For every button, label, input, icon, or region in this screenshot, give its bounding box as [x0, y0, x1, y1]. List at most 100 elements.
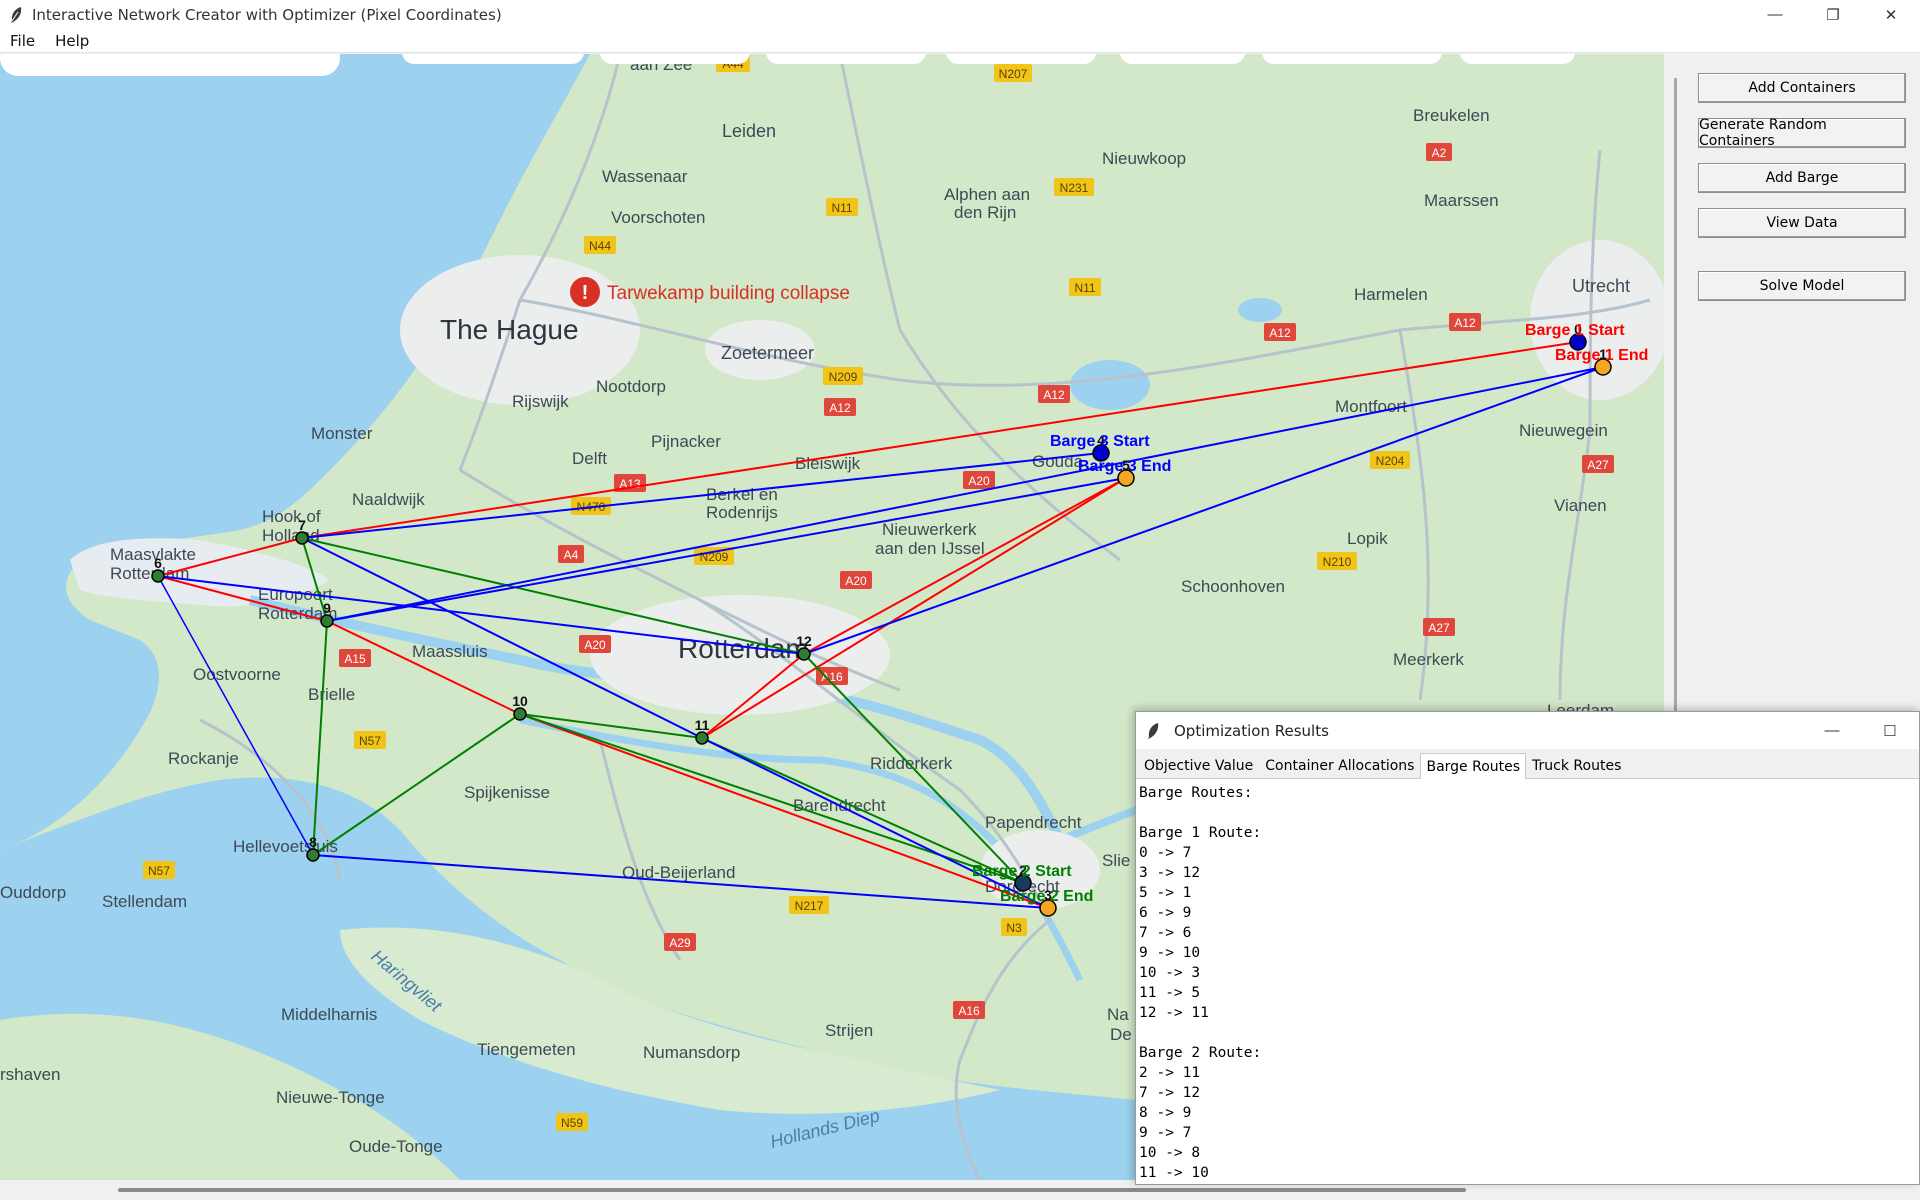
svg-text:Maasvlakte: Maasvlakte [110, 545, 196, 564]
add-barge-button[interactable]: Add Barge [1698, 163, 1906, 193]
restore-button[interactable]: ❐ [1804, 0, 1862, 29]
svg-text:A12: A12 [1043, 388, 1065, 402]
results-tabs: Objective Value Container Allocations Ba… [1136, 749, 1919, 779]
svg-text:Papendrecht: Papendrecht [985, 813, 1082, 832]
svg-text:Rotterdam: Rotterdam [678, 633, 809, 664]
menubar: File Help [0, 29, 1920, 53]
svg-text:A20: A20 [968, 474, 990, 488]
barge3-end-label: Barge 3 End [1078, 458, 1171, 475]
svg-text:Spijkenisse: Spijkenisse [464, 783, 550, 802]
map-chip[interactable] [766, 54, 926, 64]
svg-text:Brielle: Brielle [308, 685, 355, 704]
map-chip[interactable] [946, 54, 1096, 64]
barge1-start-label: Barge 1 Start [1525, 322, 1625, 339]
svg-text:A16: A16 [821, 670, 843, 684]
map-chip[interactable] [600, 54, 750, 64]
svg-text:A16: A16 [958, 1004, 980, 1018]
svg-text:Maassluis: Maassluis [412, 642, 488, 661]
close-button[interactable]: ✕ [1862, 0, 1920, 29]
node-label: 12 [796, 633, 812, 649]
svg-text:Slie: Slie [1102, 851, 1130, 870]
tab-truck-routes[interactable]: Truck Routes [1526, 753, 1627, 778]
minimize-button[interactable]: — [1746, 0, 1804, 29]
svg-text:Hook of: Hook of [262, 507, 321, 526]
network-node-9[interactable] [320, 614, 334, 628]
window-titlebar: Interactive Network Creator with Optimiz… [0, 0, 1920, 29]
svg-text:Hellevoetsluis: Hellevoetsluis [233, 837, 338, 856]
svg-text:Middelharnis: Middelharnis [281, 1005, 377, 1024]
svg-text:N204: N204 [1376, 454, 1405, 468]
svg-text:Wassenaar: Wassenaar [602, 167, 688, 186]
svg-text:A29: A29 [669, 936, 691, 950]
svg-text:Nieuwkoop: Nieuwkoop [1102, 149, 1186, 168]
generate-random-containers-button[interactable]: Generate Random Containers [1698, 117, 1906, 149]
svg-text:Meerkerk: Meerkerk [1393, 650, 1464, 669]
svg-text:N57: N57 [359, 734, 381, 748]
tab-objective-value[interactable]: Objective Value [1138, 753, 1259, 778]
svg-text:Zoetermeer: Zoetermeer [721, 343, 814, 363]
barge1-end-label: Barge 1 End [1555, 347, 1648, 364]
map-chip[interactable] [402, 54, 584, 64]
svg-text:N210: N210 [1323, 555, 1352, 569]
network-node-7[interactable] [295, 531, 309, 545]
tab-barge-routes[interactable]: Barge Routes [1420, 753, 1527, 779]
svg-text:A12: A12 [829, 401, 851, 415]
map-search-box[interactable] [0, 54, 340, 76]
results-title: Optimization Results [1174, 721, 1329, 740]
svg-text:Rodenrijs: Rodenrijs [706, 503, 778, 522]
svg-text:N11: N11 [1074, 281, 1095, 295]
svg-text:Stellendam: Stellendam [102, 892, 187, 911]
map-chip[interactable] [1262, 54, 1442, 64]
map-chip[interactable] [1460, 54, 1575, 64]
svg-text:Pijnacker: Pijnacker [651, 432, 721, 451]
svg-text:A20: A20 [584, 638, 606, 652]
network-node-8[interactable] [306, 848, 320, 862]
network-node-11[interactable] [695, 731, 709, 745]
svg-text:aan den IJssel: aan den IJssel [875, 539, 985, 558]
svg-text:Tiengemeten: Tiengemeten [477, 1040, 576, 1059]
svg-text:A15: A15 [344, 652, 366, 666]
results-minimize-button[interactable]: — [1803, 712, 1861, 749]
network-node-10[interactable] [513, 707, 527, 721]
svg-text:Numansdorp: Numansdorp [643, 1043, 740, 1062]
barge2-end-label: Barge 2 End [1000, 888, 1093, 905]
solve-model-button[interactable]: Solve Model [1698, 271, 1906, 301]
svg-text:Lopik: Lopik [1347, 529, 1388, 548]
network-node-12[interactable] [797, 647, 811, 661]
svg-text:N209: N209 [829, 370, 858, 384]
menu-file[interactable]: File [0, 32, 45, 50]
svg-text:Nootdorp: Nootdorp [596, 377, 666, 396]
svg-text:A27: A27 [1587, 458, 1609, 472]
results-maximize-button[interactable]: ☐ [1861, 712, 1919, 749]
optimization-results-window: Optimization Results — ☐ Objective Value… [1135, 711, 1920, 1185]
barge-routes-text[interactable]: Barge Routes: Barge 1 Route: 0 -> 7 3 ->… [1136, 779, 1919, 1179]
svg-text:N44: N44 [589, 239, 611, 253]
svg-text:N59: N59 [561, 1116, 583, 1130]
scrollbar-thumb[interactable] [118, 1188, 1466, 1192]
view-data-button[interactable]: View Data [1698, 208, 1906, 238]
node-label: 8 [309, 834, 317, 850]
svg-text:N217: N217 [795, 899, 824, 913]
svg-text:A12: A12 [1454, 316, 1476, 330]
alert-text: Tarwekamp building collapse [607, 283, 850, 304]
svg-text:Oostvoorne: Oostvoorne [193, 665, 281, 684]
svg-text:Delft: Delft [572, 449, 607, 468]
svg-text:N207: N207 [999, 67, 1028, 81]
svg-text:A12: A12 [1269, 326, 1291, 340]
lake [1238, 298, 1282, 322]
menu-help[interactable]: Help [45, 32, 99, 50]
svg-text:Nieuwerkerk: Nieuwerkerk [882, 520, 977, 539]
svg-text:Nieuwe-Tonge: Nieuwe-Tonge [276, 1088, 385, 1107]
svg-text:A27: A27 [1428, 621, 1450, 635]
svg-text:N231: N231 [1060, 181, 1089, 195]
map-chip[interactable] [1120, 54, 1245, 64]
panel-divider [1674, 78, 1677, 758]
svg-text:Monster: Monster [311, 424, 373, 443]
add-containers-button[interactable]: Add Containers [1698, 73, 1906, 103]
barge2-start-label: Barge 2 Start [972, 863, 1072, 880]
svg-text:N11: N11 [831, 201, 852, 215]
svg-text:A2: A2 [1432, 146, 1447, 160]
tab-container-allocations[interactable]: Container Allocations [1259, 753, 1420, 778]
window-controls: — ❐ ✕ [1746, 0, 1920, 29]
network-node-6[interactable] [151, 569, 165, 583]
